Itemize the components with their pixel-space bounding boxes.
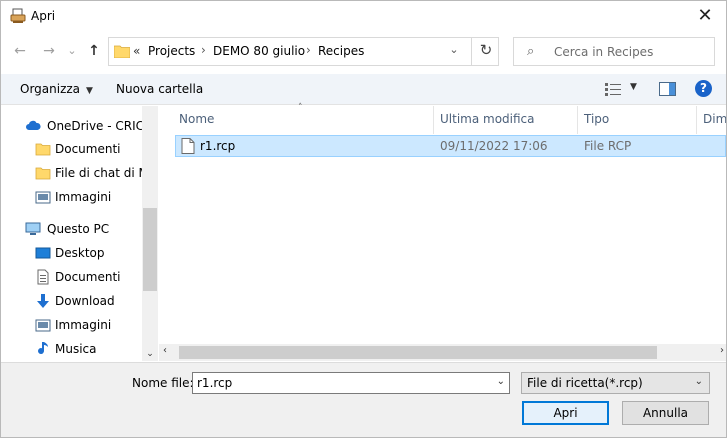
file-name: r1.rcp — [200, 139, 236, 153]
filename-label: Nome file: — [132, 376, 194, 390]
breadcrumb-recipes[interactable]: Recipes — [318, 44, 364, 58]
recent-locations-button[interactable]: ⌄ — [63, 41, 81, 61]
open-dialog-icon — [10, 8, 26, 23]
scrollbar-thumb[interactable] — [143, 208, 157, 291]
view-options-icon[interactable] — [605, 82, 621, 96]
scroll-right-icon[interactable]: › — [720, 345, 724, 356]
file-modified: 09/11/2022 17:06 — [440, 139, 548, 153]
sidebar-scrollbar[interactable]: ⌄ — [142, 106, 158, 361]
desktop-icon — [35, 247, 51, 259]
pictures-icon — [35, 319, 51, 332]
file-list: ˄ Nome Ultima modifica Tipo Dim r1.rcp 0… — [159, 103, 726, 361]
column-divider[interactable] — [696, 106, 697, 134]
title-bar: Apri ✕ — [1, 1, 726, 32]
organize-label: Organizza — [20, 82, 81, 96]
sidebar-item-questo-pc[interactable]: Questo PC — [1, 218, 142, 240]
chevron-down-icon: ⌄ — [694, 376, 703, 387]
sidebar-item-label: Documenti — [55, 142, 121, 156]
sidebar-item-label: Questo PC — [47, 222, 110, 236]
scroll-left-icon[interactable]: ‹ — [163, 345, 167, 356]
close-button[interactable]: ✕ — [694, 5, 716, 27]
column-header-type[interactable]: Tipo — [584, 106, 609, 134]
sidebar-item-label: Desktop — [55, 246, 105, 260]
command-toolbar: Organizza ▼ Nuova cartella ▼ ? — [1, 74, 726, 105]
column-divider[interactable] — [577, 106, 578, 134]
documents-icon — [37, 269, 49, 285]
search-icon: ⌕ — [527, 44, 535, 59]
sidebar-item-label: Immagini — [55, 318, 112, 332]
address-bar[interactable]: « Projects › DEMO 80 giulio › Recipes ⌄ … — [108, 37, 499, 66]
sidebar-item-label: Download — [55, 294, 115, 308]
download-icon — [37, 294, 49, 308]
file-list-hscrollbar[interactable]: ‹ › — [159, 344, 726, 361]
computer-icon — [25, 222, 41, 235]
column-divider[interactable] — [433, 106, 434, 134]
sidebar-item-musica[interactable]: Musica — [1, 338, 142, 360]
sidebar-item-immagini-onedrive[interactable]: Immagini — [1, 186, 142, 208]
chevron-down-icon[interactable]: ⌄ — [497, 376, 505, 387]
dialog-footer: Nome file: r1.rcp ⌄ File di ricetta(*.rc… — [1, 362, 726, 437]
navigation-bar: ← → ⌄ ↑ « Projects › DEMO 80 giulio › Re… — [1, 33, 726, 71]
forward-button[interactable]: → — [40, 41, 58, 61]
sidebar-item-label: Musica — [55, 342, 97, 356]
sidebar-item-download[interactable]: Download — [1, 290, 142, 312]
new-folder-button[interactable]: Nuova cartella — [116, 82, 203, 96]
scrollbar-thumb[interactable] — [179, 346, 657, 359]
table-row[interactable]: r1.rcp 09/11/2022 17:06 File RCP — [175, 135, 726, 157]
preview-pane-icon[interactable] — [659, 82, 676, 96]
file-type: File RCP — [584, 139, 632, 153]
cloud-icon — [26, 120, 41, 130]
column-header-name[interactable]: Nome — [179, 106, 214, 134]
address-divider — [471, 38, 472, 65]
refresh-button[interactable]: ↻ — [475, 41, 497, 61]
sidebar-item-label: Documenti — [55, 270, 121, 284]
breadcrumb-separator[interactable]: › — [201, 43, 206, 57]
sidebar-item-desktop[interactable]: Desktop — [1, 242, 142, 264]
search-box[interactable]: ⌕ Cerca in Recipes — [513, 37, 715, 66]
folder-icon — [35, 143, 51, 156]
view-options-caret[interactable]: ▼ — [630, 82, 637, 92]
up-button[interactable]: ↑ — [85, 41, 103, 61]
breadcrumb-overflow[interactable]: « — [133, 44, 140, 58]
window-title: Apri — [31, 9, 56, 23]
address-dropdown-button[interactable]: ⌄ — [442, 43, 466, 61]
sidebar-item-documenti[interactable]: Documenti — [1, 138, 142, 160]
file-icon — [181, 138, 195, 154]
navigation-pane: OneDrive - CRICK Documenti File di chat … — [1, 106, 158, 361]
folder-icon — [35, 167, 51, 180]
sidebar-item-label: File di chat di Mi — [55, 166, 153, 180]
column-header-size[interactable]: Dim — [703, 106, 726, 134]
sidebar-item-chat-files[interactable]: File di chat di Mi — [1, 162, 152, 184]
sidebar-item-immagini-pc[interactable]: Immagini — [1, 314, 142, 336]
folder-icon — [114, 45, 130, 58]
sidebar-item-onedrive[interactable]: OneDrive - CRICK — [1, 115, 152, 137]
back-button[interactable]: ← — [11, 41, 29, 61]
chevron-down-icon: ▼ — [86, 86, 93, 96]
pictures-icon — [35, 191, 51, 204]
file-type-select[interactable]: File di ricetta(*.rcp) ⌄ — [521, 372, 710, 394]
filename-value: r1.rcp — [197, 376, 233, 390]
file-type-value: File di ricetta(*.rcp) — [527, 376, 643, 390]
filename-input[interactable]: r1.rcp ⌄ — [192, 372, 510, 394]
breadcrumb-separator[interactable]: › — [306, 43, 311, 57]
help-icon[interactable]: ? — [695, 80, 712, 97]
sidebar-item-label: OneDrive - CRICK — [47, 119, 152, 133]
breadcrumb-projects[interactable]: Projects — [148, 44, 195, 58]
open-button[interactable]: Apri — [522, 401, 609, 425]
scroll-down-icon[interactable]: ⌄ — [142, 349, 158, 359]
sidebar-item-documenti-pc[interactable]: Documenti — [1, 266, 142, 288]
column-header-modified[interactable]: Ultima modifica — [440, 106, 535, 134]
open-file-dialog: Apri ✕ ← → ⌄ ↑ « Projects › DEMO 80 giul… — [0, 0, 727, 438]
organize-button[interactable]: Organizza ▼ — [20, 82, 93, 96]
sidebar-item-label: Immagini — [55, 190, 112, 204]
breadcrumb-demo[interactable]: DEMO 80 giulio — [213, 44, 305, 58]
sort-ascending-icon: ˄ — [298, 103, 303, 113]
music-icon — [38, 342, 48, 355]
cancel-button[interactable]: Annulla — [622, 401, 709, 425]
search-placeholder: Cerca in Recipes — [554, 45, 654, 59]
